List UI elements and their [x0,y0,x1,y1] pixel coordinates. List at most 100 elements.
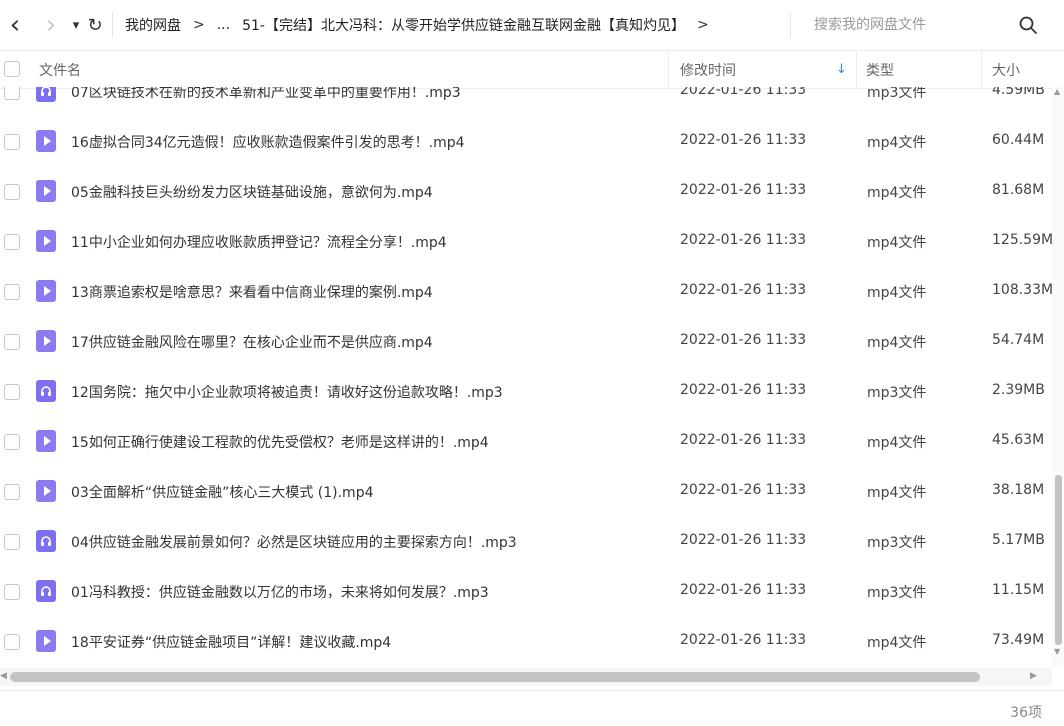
file-size: 60.44M [992,132,1045,148]
breadcrumb-item-current[interactable]: 51-【完结】北大冯科：从零开始学供应链金融互联网金融【真知灼见】 [236,15,691,35]
file-row[interactable]: 12国务院：拖欠中小企业款项将被追责！请收好这份追款攻略！.mp3 2022-01… [0,367,1052,417]
column-divider[interactable] [668,51,669,88]
file-type: mp3文件 [867,87,927,101]
row-checkbox[interactable] [4,584,20,600]
caret-down-icon: ▾ [72,17,80,33]
scroll-down-icon[interactable]: ▼ [1054,647,1060,656]
file-modified-time: 2022-01-26 11:33 [680,432,807,448]
file-row[interactable]: 07区块链技术在新的技术革新和产业变革中的重要作用！.mp3 2022-01-26… [0,87,1052,117]
row-checkbox[interactable] [4,284,20,300]
scroll-up-icon[interactable]: ▲ [1054,87,1060,96]
video-file-icon [36,230,56,252]
select-all-checkbox[interactable] [4,61,20,77]
horizontal-scroll-thumb[interactable] [10,672,980,682]
file-type: mp4文件 [867,135,927,151]
video-file-icon [36,430,56,452]
status-bar: 36项 [0,690,1064,726]
horizontal-scrollbar[interactable]: ◀ ▶ [0,668,1052,686]
row-checkbox[interactable] [4,184,20,200]
file-modified-time: 2022-01-26 11:33 [680,282,807,298]
breadcrumb-separator[interactable]: > [691,17,715,33]
file-type: mp3文件 [867,385,927,401]
forward-button[interactable]: › [38,10,64,40]
row-checkbox[interactable] [4,634,20,650]
file-row[interactable]: 15如何正确行使建设工程款的优先受偿权？老师是这样讲的！.mp4 2022-01-… [0,417,1052,467]
row-checkbox[interactable] [4,534,20,550]
file-row[interactable]: 11中小企业如何办理应收账款质押登记？流程全分享！.mp4 2022-01-26 … [0,217,1052,267]
file-row[interactable]: 18平安证券“供应链金融项目”详解！建议收藏.mp4 2022-01-26 11:… [0,617,1052,667]
search-icon[interactable] [1018,15,1038,35]
scroll-right-icon[interactable]: ▶ [1030,671,1037,681]
file-size: 4.59MB [992,87,1045,98]
file-size: 54.74M [992,332,1045,348]
refresh-button[interactable]: ↻ [84,10,106,40]
breadcrumb-item-root[interactable]: 我的网盘 [119,15,187,35]
file-type: mp3文件 [867,585,927,601]
file-name: 16虚拟合同34亿元造假！应收账款造假案件引发的思考！.mp4 [71,135,465,151]
file-modified-time: 2022-01-26 11:33 [680,332,807,348]
file-size: 2.39MB [992,382,1045,398]
video-file-icon [36,180,56,202]
file-modified-time: 2022-01-26 11:33 [680,482,807,498]
column-modified-time[interactable]: 修改时间 [680,60,736,80]
row-checkbox[interactable] [4,234,20,250]
file-row[interactable]: 17供应链金融风险在哪里？在核心企业而不是供应商.mp4 2022-01-26 1… [0,317,1052,367]
back-button[interactable]: ‹ [2,10,28,40]
file-type: mp4文件 [867,335,927,351]
file-modified-time: 2022-01-26 11:33 [680,532,807,548]
file-row[interactable]: 05金融科技巨头纷纷发力区块链基础设施，意欲何为.mp4 2022-01-26 1… [0,167,1052,217]
row-checkbox[interactable] [4,334,20,350]
file-name: 01冯科教授：供应链金融数以万亿的市场，未来将如何发展？.mp3 [71,585,489,601]
vertical-scroll-thumb[interactable] [1055,475,1062,645]
scroll-left-icon[interactable]: ◀ [0,671,7,681]
breadcrumb-separator: > [193,17,205,33]
row-checkbox[interactable] [4,434,20,450]
vertical-scrollbar[interactable]: ▲ ▼ [1052,87,1064,667]
file-name: 17供应链金融风险在哪里？在核心企业而不是供应商.mp4 [71,335,433,351]
column-divider[interactable] [856,51,857,88]
file-name: 13商票追索权是啥意思？来看看中信商业保理的案例.mp4 [71,285,433,301]
row-checkbox[interactable] [4,134,20,150]
file-type: mp4文件 [867,185,927,201]
file-row[interactable]: 03全面解析“供应链金融”核心三大模式 (1).mp4 2022-01-26 11… [0,467,1052,517]
file-size: 45.63M [992,432,1045,448]
file-name: 11中小企业如何办理应收账款质押登记？流程全分享！.mp4 [71,235,447,251]
toolbar-divider [790,12,791,38]
file-name: 05金融科技巨头纷纷发力区块链基础设施，意欲何为.mp4 [71,185,433,201]
column-divider[interactable] [981,51,982,88]
video-file-icon [36,480,56,502]
file-type: mp4文件 [867,235,927,251]
file-modified-time: 2022-01-26 11:33 [680,132,807,148]
file-name: 12国务院：拖欠中小企业款项将被追责！请收好这份追款攻略！.mp3 [71,385,503,401]
audio-file-icon [36,580,56,602]
file-type: mp4文件 [867,285,927,301]
column-name[interactable]: 文件名 [39,60,81,80]
file-row[interactable]: 04供应链金融发展前景如何？必然是区块链应用的主要探索方向！.mp3 2022-0… [0,517,1052,567]
file-modified-time: 2022-01-26 11:33 [680,232,807,248]
file-row[interactable]: 13商票追索权是啥意思？来看看中信商业保理的案例.mp4 2022-01-26 1… [0,267,1052,317]
row-checkbox[interactable] [4,87,20,100]
file-modified-time: 2022-01-26 11:33 [680,632,807,648]
top-toolbar: ‹ › ▾ ↻ 我的网盘 > ... 51-【完结】北大冯科：从零开始学供应链金… [0,0,1064,50]
file-row[interactable]: 01冯科教授：供应链金融数以万亿的市场，未来将如何发展？.mp3 2022-01-… [0,567,1052,617]
audio-file-icon [36,380,56,402]
file-name: 04供应链金融发展前景如何？必然是区块链应用的主要探索方向！.mp3 [71,535,517,551]
column-type[interactable]: 类型 [866,60,894,80]
file-name: 15如何正确行使建设工程款的优先受偿权？老师是这样讲的！.mp4 [71,435,489,451]
toolbar-divider [112,12,113,38]
search-box [812,12,1052,38]
chevron-left-icon: ‹ [9,10,21,40]
row-checkbox[interactable] [4,484,20,500]
breadcrumb-item-ellipsis[interactable]: ... [211,17,236,33]
file-modified-time: 2022-01-26 11:33 [680,582,807,598]
file-size: 125.59M [992,232,1052,248]
file-row[interactable]: 16虚拟合同34亿元造假！应收账款造假案件引发的思考！.mp4 2022-01-2… [0,117,1052,167]
search-input[interactable] [812,16,1016,34]
file-size: 108.33M [992,282,1052,298]
chevron-right-icon: › [45,10,57,40]
column-size[interactable]: 大小 [992,60,1020,80]
file-list: 07区块链技术在新的技术革新和产业变革中的重要作用！.mp3 2022-01-26… [0,87,1052,667]
row-checkbox[interactable] [4,384,20,400]
video-file-icon [36,130,56,152]
history-dropdown-button[interactable]: ▾ [68,10,84,40]
